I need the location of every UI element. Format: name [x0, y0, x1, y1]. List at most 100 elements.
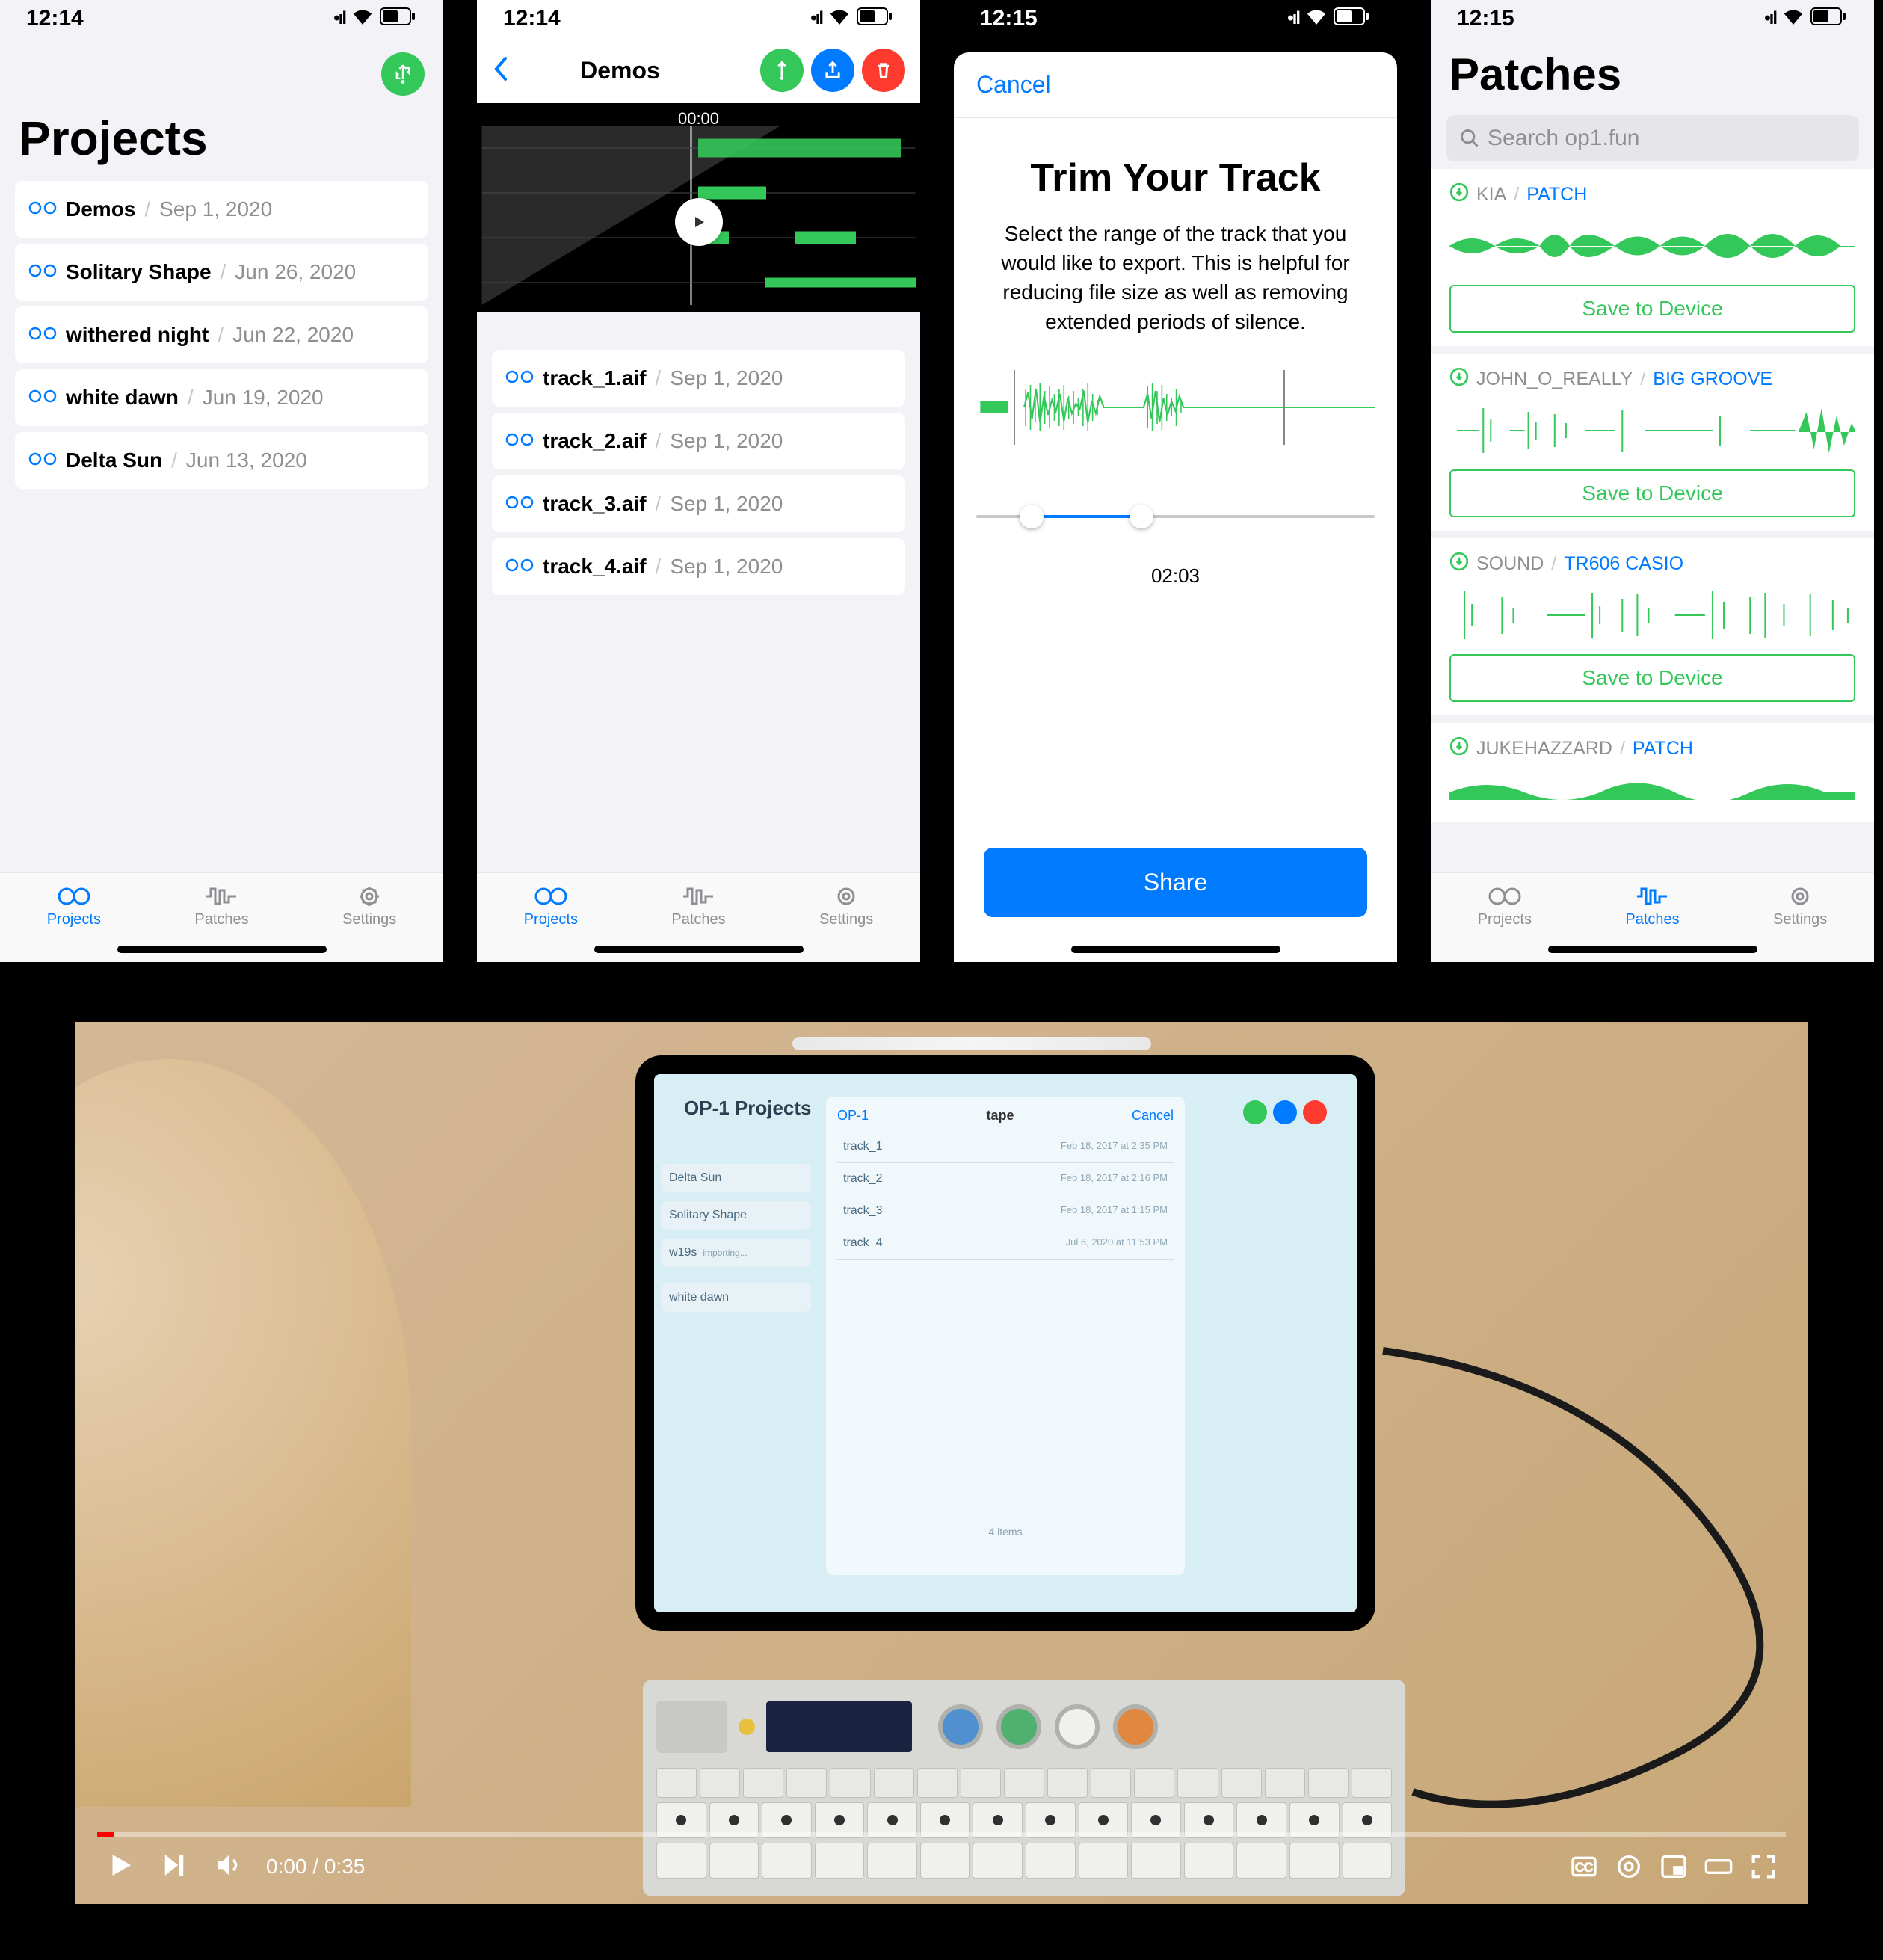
slider-fill [1029, 515, 1137, 518]
wave-icon [1634, 884, 1670, 908]
share-button[interactable] [1273, 1100, 1297, 1124]
tab-projects[interactable]: Projects [1478, 884, 1532, 928]
trim-description: Select the range of the track that you w… [954, 200, 1397, 355]
wifi-icon [1305, 8, 1328, 30]
gear-icon [351, 884, 387, 908]
home-indicator[interactable] [1071, 946, 1280, 953]
patches-list[interactable]: KIA / PATCH Save to Device JOHN_O_REALLY… [1431, 169, 1874, 962]
ipad-project-item[interactable]: w19s importing... [662, 1239, 811, 1267]
project-item[interactable]: Solitary Shape / Jun 26, 2020 [15, 244, 428, 301]
track-item[interactable]: track_1.aif / Sep 1, 2020 [492, 350, 905, 407]
patch-item[interactable]: JUKEHAZZARD / PATCH [1431, 723, 1874, 822]
save-button[interactable]: Save to Device [1449, 469, 1855, 517]
panel-footer: 4 items [826, 1526, 1185, 1538]
project-date: Jun 26, 2020 [235, 260, 356, 284]
trim-slider[interactable] [976, 505, 1375, 527]
tab-label: Projects [1478, 911, 1532, 928]
captions-button[interactable]: CC [1569, 1852, 1599, 1882]
theater-button[interactable] [1704, 1852, 1733, 1882]
search-icon [1459, 128, 1480, 149]
project-item[interactable]: white dawn / Jun 19, 2020 [15, 369, 428, 426]
svg-text:CC: CC [1575, 1861, 1593, 1875]
tape-icon [28, 323, 57, 347]
delete-button[interactable] [1303, 1100, 1327, 1124]
tab-projects[interactable]: Projects [47, 884, 101, 928]
usb-sync-button[interactable] [760, 49, 804, 92]
panel-cancel[interactable]: Cancel [1132, 1108, 1174, 1124]
download-icon [1449, 552, 1469, 576]
tab-settings[interactable]: Settings [1773, 884, 1827, 928]
patch-header: KIA / PATCH [1449, 182, 1855, 207]
track-date: Sep 1, 2020 [670, 555, 783, 579]
home-indicator[interactable] [594, 946, 804, 953]
share-button[interactable] [811, 49, 854, 92]
tab-patches[interactable]: Patches [194, 884, 248, 928]
video-player[interactable]: OP-1 Projects Delta Sun Solitary Shape w… [75, 1022, 1808, 1904]
file-row[interactable]: track_4Jul 6, 2020 at 11:53 PM [837, 1227, 1174, 1260]
tab-label: Settings [1773, 911, 1827, 928]
duration: 02:03 [954, 564, 1397, 588]
patch-item[interactable]: SOUND / TR606 CASIO Save to Device [1431, 538, 1874, 715]
wave-icon [680, 884, 716, 908]
settings-button[interactable] [1614, 1852, 1644, 1882]
track-item[interactable]: track_2.aif / Sep 1, 2020 [492, 413, 905, 469]
search-input[interactable]: Search op1.fun [1446, 115, 1859, 161]
file-row[interactable]: track_2Feb 18, 2017 at 2:16 PM [837, 1163, 1174, 1195]
ipad-project-item[interactable]: Delta Sun [662, 1164, 811, 1192]
slider-thumb-end[interactable] [1130, 505, 1153, 528]
tape-icon [505, 429, 534, 453]
ipad-project-item[interactable]: white dawn [662, 1283, 811, 1312]
patch-header: JUKEHAZZARD / PATCH [1449, 736, 1855, 761]
tab-projects[interactable]: Projects [524, 884, 578, 928]
track-item[interactable]: track_4.aif / Sep 1, 2020 [492, 538, 905, 595]
panel-back[interactable]: OP-1 [837, 1108, 869, 1124]
ipad-header-buttons [1243, 1100, 1327, 1124]
cancel-button[interactable]: Cancel [976, 71, 1051, 98]
tab-settings[interactable]: Settings [819, 884, 873, 928]
search-placeholder: Search op1.fun [1488, 126, 1639, 151]
trim-waveform[interactable] [976, 377, 1375, 437]
next-button[interactable] [158, 1849, 190, 1885]
project-item[interactable]: Delta Sun / Jun 13, 2020 [15, 432, 428, 489]
slider-thumb-start[interactable] [1020, 505, 1044, 528]
file-row[interactable]: track_3Feb 18, 2017 at 1:15 PM [837, 1195, 1174, 1227]
tab-settings[interactable]: Settings [342, 884, 396, 928]
project-item[interactable]: Demos / Sep 1, 2020 [15, 181, 428, 238]
home-indicator[interactable] [1548, 946, 1757, 953]
trim-handles[interactable] [1014, 370, 1285, 445]
battery-icon [857, 7, 894, 31]
tab-patches[interactable]: Patches [671, 884, 725, 928]
share-button[interactable]: Share [984, 848, 1367, 917]
patch-name: PATCH [1633, 738, 1693, 759]
status-icons [810, 7, 894, 31]
usb-sync-button[interactable] [381, 52, 425, 96]
op1-encoder-blue [938, 1704, 983, 1749]
ipad-project-item[interactable]: Solitary Shape [662, 1201, 811, 1230]
patch-waveform [1449, 216, 1855, 276]
project-date: Jun 19, 2020 [203, 386, 324, 410]
wifi-icon [828, 8, 851, 30]
track-item[interactable]: track_3.aif / Sep 1, 2020 [492, 475, 905, 532]
home-indicator[interactable] [117, 946, 327, 953]
project-name: Demos [66, 197, 135, 221]
patch-item[interactable]: KIA / PATCH Save to Device [1431, 169, 1874, 346]
delete-button[interactable] [862, 49, 905, 92]
patch-item[interactable]: JOHN_O_REALLY / BIG GROOVE Save to Devic… [1431, 354, 1874, 531]
tab-patches[interactable]: Patches [1625, 884, 1679, 928]
play-button[interactable] [675, 198, 723, 246]
save-button[interactable]: Save to Device [1449, 654, 1855, 702]
track-name: track_3.aif [543, 492, 647, 516]
miniplayer-button[interactable] [1659, 1852, 1689, 1882]
project-name: Delta Sun [66, 449, 162, 472]
play-button[interactable] [105, 1849, 136, 1885]
project-item[interactable]: withered night / Jun 22, 2020 [15, 306, 428, 363]
phone-projects: 12:14 Projects Demos / Sep 1, 2020 Solit… [0, 0, 443, 962]
sync-button[interactable] [1243, 1100, 1267, 1124]
save-button[interactable]: Save to Device [1449, 285, 1855, 333]
tape-icon [505, 492, 534, 516]
fullscreen-button[interactable] [1748, 1852, 1778, 1882]
op1-encoder-green [996, 1704, 1041, 1749]
project-date: Jun 13, 2020 [186, 449, 307, 472]
volume-button[interactable] [212, 1849, 244, 1885]
file-row[interactable]: track_1Feb 18, 2017 at 2:35 PM [837, 1131, 1174, 1163]
